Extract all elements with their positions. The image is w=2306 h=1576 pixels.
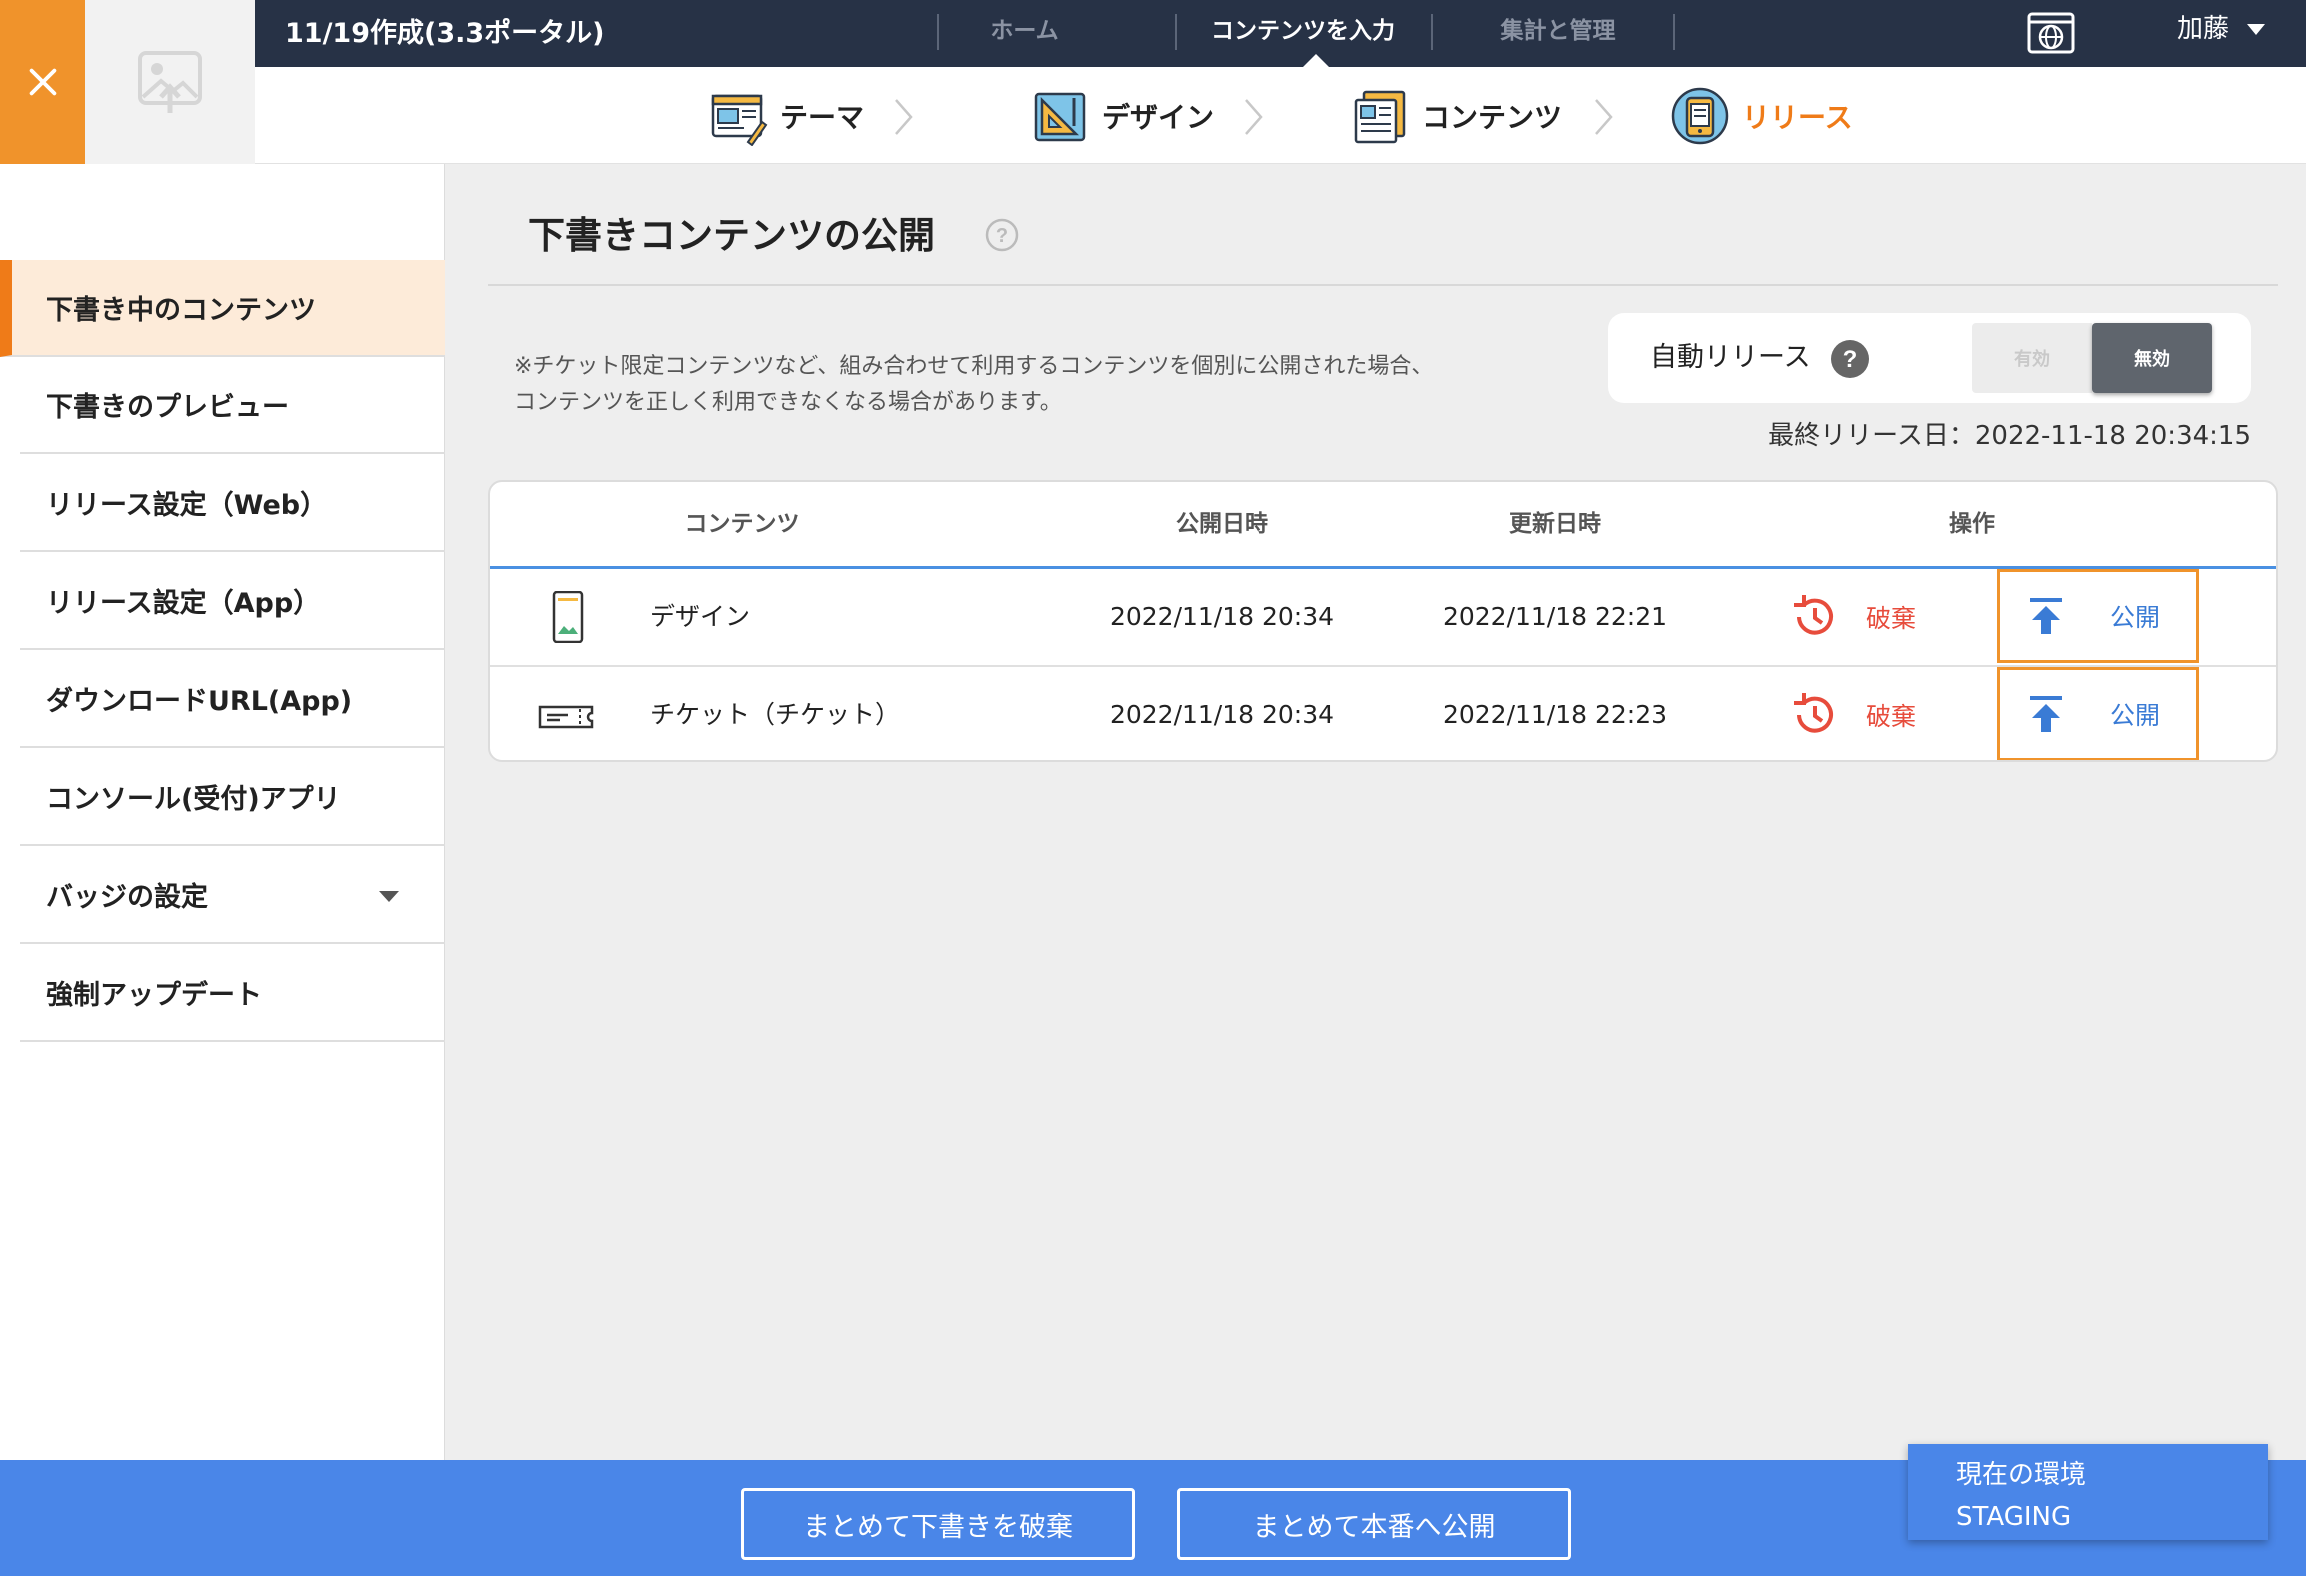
sidebar-item-label: 下書き中のコンテンツ <box>46 295 316 326</box>
chevron-down-icon <box>2247 24 2266 35</box>
content-name: デザイン <box>650 602 751 631</box>
close-icon <box>29 68 56 96</box>
environment-indicator: 現在の環境 STAGING <box>1908 1444 2268 1540</box>
updated-date: 2022/11/18 22:23 <box>1442 700 1668 729</box>
svg-text:?: ? <box>1843 346 1858 373</box>
last-release-date: 最終リリース日：2022-11-18 20:34:15 <box>1768 421 2251 451</box>
release-icon <box>1671 87 1729 145</box>
column-header-actions: 操作 <box>1949 511 1995 537</box>
discard-button[interactable]: 破棄 <box>1790 689 1916 741</box>
publish-label: 公開 <box>2110 603 2161 632</box>
updated-date: 2022/11/18 22:21 <box>1442 602 1668 631</box>
discard-label: 破棄 <box>1866 604 1917 633</box>
nav-home[interactable]: ホーム <box>939 0 1110 63</box>
step-contents[interactable]: コンテンツ <box>1350 85 1562 147</box>
sidebar: 下書き中のコンテンツ 下書きのプレビュー リリース設定（Web） リリース設定（… <box>0 164 445 1460</box>
step-theme[interactable]: テーマ <box>708 85 864 147</box>
publish-all-button[interactable]: まとめて本番へ公開 <box>1177 1488 1571 1560</box>
help-icon[interactable]: ? <box>985 218 1019 252</box>
column-header-contents: コンテンツ <box>684 511 800 537</box>
upload-arrow-icon <box>2030 696 2062 732</box>
step-contents-label: コンテンツ <box>1422 101 1563 134</box>
publish-button[interactable]: 公開 <box>1997 667 2199 760</box>
content-name: チケット（チケット） <box>650 700 901 729</box>
chevron-right-icon <box>1245 99 1263 135</box>
close-button[interactable] <box>0 0 85 164</box>
title-divider <box>488 284 2278 286</box>
theme-icon <box>711 94 768 146</box>
environment-label: 現在の環境 <box>1956 1460 2087 1490</box>
column-header-published-at: 公開日時 <box>1176 511 1268 537</box>
environment-value: STAGING <box>1956 1502 2072 1532</box>
table-row: デザイン 2022/11/18 20:34 2022/11/18 22:21 破… <box>490 569 2276 665</box>
sidebar-item-label: コンソール(受付)アプリ <box>46 784 341 815</box>
user-menu[interactable]: 加藤 <box>2177 0 2266 58</box>
chevron-right-icon <box>895 99 913 135</box>
sidebar-item-draft-preview[interactable]: 下書きのプレビュー <box>20 357 445 454</box>
chevron-right-icon <box>1595 99 1613 135</box>
history-icon <box>1794 595 1833 635</box>
upload-arrow-icon <box>2030 598 2062 634</box>
sidebar-item-release-settings-app[interactable]: リリース設定（App） <box>20 553 445 650</box>
app-title: 11/19作成(3.3ポータル) <box>285 18 605 49</box>
svg-text:?: ? <box>996 225 1008 247</box>
sidebar-item-force-update[interactable]: 強制アップデート <box>20 945 445 1042</box>
top-nav-bar: 11/19作成(3.3ポータル) ホーム コンテンツを入力 集計と管理 加藤 <box>255 0 2306 67</box>
published-date: 2022/11/18 20:34 <box>1109 700 1335 729</box>
active-nav-caret <box>1303 54 1329 67</box>
globe-icon[interactable] <box>2027 12 2075 54</box>
published-date: 2022/11/18 20:34 <box>1109 602 1335 631</box>
auto-release-on-toggle[interactable]: 有効 <box>1972 323 2092 393</box>
warning-note-line: コンテンツを正しく利用できなくなる場合があります。 <box>514 390 1062 415</box>
sidebar-item-console-app[interactable]: コンソール(受付)アプリ <box>20 749 445 846</box>
image-placeholder-icon <box>138 51 202 113</box>
app-thumbnail[interactable] <box>85 0 255 164</box>
discard-label: 破棄 <box>1866 702 1917 731</box>
sidebar-item-draft-contents[interactable]: 下書き中のコンテンツ <box>0 260 445 357</box>
contents-icon <box>1354 90 1406 144</box>
help-icon[interactable]: ? <box>1830 339 1870 379</box>
publish-button[interactable]: 公開 <box>1997 569 2199 663</box>
nav-divider <box>1673 14 1675 50</box>
auto-release-off-toggle[interactable]: 無効 <box>2092 323 2212 393</box>
sidebar-item-label: 下書きのプレビュー <box>46 392 289 423</box>
step-design-label: デザイン <box>1102 101 1215 134</box>
user-name: 加藤 <box>2177 14 2230 44</box>
step-theme-label: テーマ <box>780 101 865 134</box>
step-release[interactable]: リリース <box>1670 85 1853 147</box>
sidebar-item-label: リリース設定（App） <box>46 588 321 619</box>
step-design[interactable]: デザイン <box>1030 85 1214 147</box>
page-title: 下書きコンテンツの公開 <box>528 214 935 257</box>
sidebar-item-download-url[interactable]: ダウンロードURL(App) <box>20 651 445 748</box>
sidebar-item-badge-settings[interactable]: バッジの設定 <box>20 847 445 944</box>
draft-contents-table: コンテンツ 公開日時 更新日時 操作 デザイン 2022/11/18 20:34… <box>488 480 2278 762</box>
design-icon <box>1034 92 1086 142</box>
sidebar-item-label: リリース設定（Web） <box>46 490 328 521</box>
warning-note-line: ※チケット限定コンテンツなど、組み合わせて利用するコンテンツを個別に公開された場… <box>514 354 1434 379</box>
step-bar: テーマ デザイン コンテンツ リリース <box>255 67 2306 164</box>
phone-design-icon <box>552 591 584 643</box>
nav-stats-management[interactable]: 集計と管理 <box>1433 0 1683 63</box>
chevron-down-icon <box>379 891 399 902</box>
discard-all-button[interactable]: まとめて下書きを破棄 <box>741 1488 1135 1560</box>
history-icon <box>1794 693 1833 733</box>
sidebar-item-release-settings-web[interactable]: リリース設定（Web） <box>20 455 445 552</box>
ticket-icon <box>538 705 594 729</box>
step-release-label: リリース <box>1742 101 1853 134</box>
column-header-updated-at: 更新日時 <box>1509 511 1601 537</box>
auto-release-label: 自動リリース <box>1650 342 1811 373</box>
publish-label: 公開 <box>2110 701 2161 730</box>
table-row: チケット（チケット） 2022/11/18 20:34 2022/11/18 2… <box>490 665 2276 760</box>
auto-release-card: 自動リリース ? 有効 無効 <box>1608 313 2251 403</box>
sidebar-item-label: ダウンロードURL(App) <box>46 686 353 717</box>
sidebar-item-label: 強制アップデート <box>46 980 262 1011</box>
discard-button[interactable]: 破棄 <box>1790 591 1916 643</box>
sidebar-item-label: バッジの設定 <box>46 882 208 913</box>
